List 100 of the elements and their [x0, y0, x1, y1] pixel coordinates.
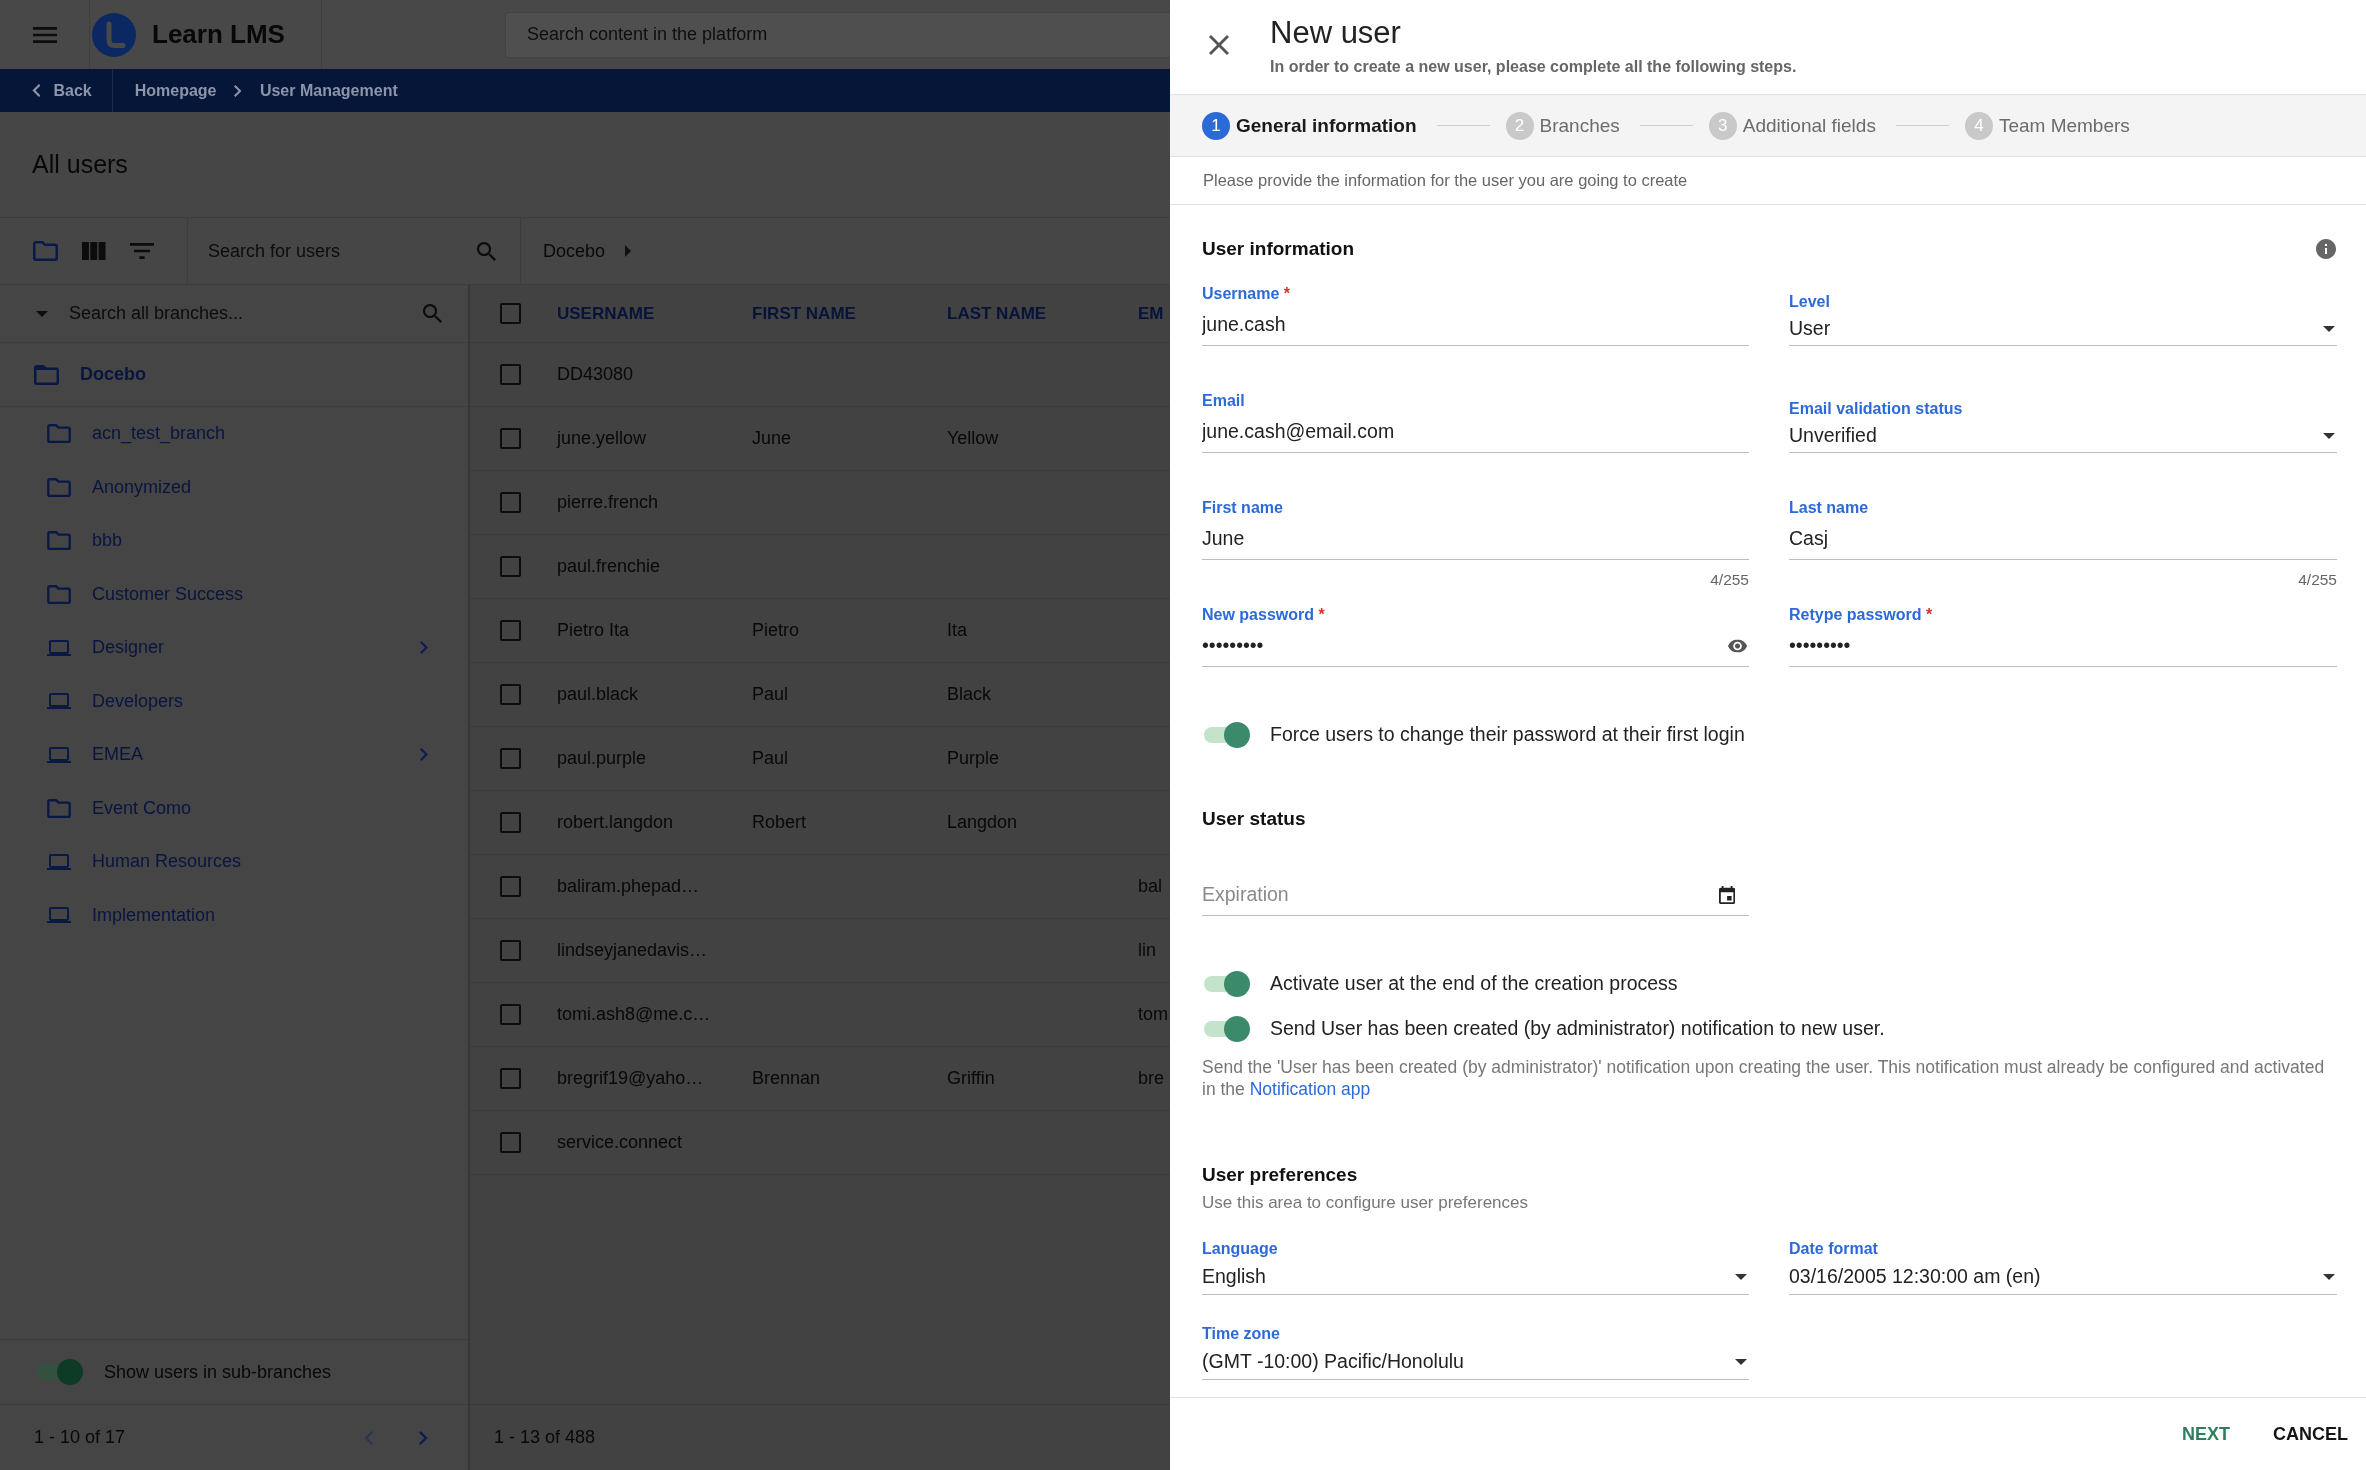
search-field[interactable]: Search for users: [208, 236, 477, 266]
checkbox[interactable]: [500, 364, 521, 385]
columns-icon[interactable]: [82, 242, 106, 260]
next-button[interactable]: NEXT: [2172, 1415, 2240, 1453]
step-number[interactable]: 1: [1202, 111, 1230, 140]
drawer-title: New user: [1270, 14, 1401, 52]
checkbox[interactable]: [500, 876, 521, 897]
page-title: All users: [32, 150, 128, 179]
back-link[interactable]: Back: [0, 69, 113, 112]
password-field[interactable]: •••••••••: [1789, 625, 2337, 667]
table-cell: baliram.phepad…: [557, 876, 700, 897]
select-all-checkbox[interactable]: [500, 303, 521, 324]
folder-icon[interactable]: [33, 241, 58, 261]
close-icon[interactable]: [1209, 35, 1229, 55]
chevron-right-icon[interactable]: [420, 748, 428, 762]
step-label[interactable]: Branches: [1539, 114, 1620, 137]
table-cell: DD43080: [557, 364, 634, 385]
search-icon[interactable]: [423, 304, 442, 323]
chevron-right-icon[interactable]: [420, 641, 428, 655]
checkbox[interactable]: [500, 684, 521, 705]
table-cell: Paul: [752, 748, 789, 769]
table-cell: paul.black: [557, 684, 639, 705]
toggle-switch[interactable]: [1202, 1015, 1250, 1042]
section-title: User status: [1202, 808, 1306, 830]
table-cell: Pietro Ita: [557, 620, 630, 641]
toggle-label: Send User has been created (by administrator) notification to new user.: [1270, 1017, 1885, 1040]
text-field[interactable]: Casj: [1789, 518, 2337, 560]
table-cell: Robert: [752, 812, 807, 833]
checkbox[interactable]: [500, 428, 521, 449]
table-cell: Pietro: [752, 620, 800, 641]
text-field[interactable]: June: [1202, 518, 1749, 560]
pagination-label: 1 - 13 of 488: [494, 1427, 596, 1448]
dropdown[interactable]: 03/16/2005 12:30:00 am (en): [1789, 1259, 2337, 1295]
checkbox[interactable]: [500, 1004, 521, 1025]
dropdown[interactable]: Unverified: [1789, 419, 2337, 453]
character-counter: 4/255: [1710, 571, 1749, 589]
table-cell: bal: [1138, 876, 1163, 897]
help-link[interactable]: Notification app: [1249, 1079, 1371, 1099]
info-icon[interactable]: [2316, 239, 2336, 259]
step-label[interactable]: Additional fields: [1742, 114, 1876, 137]
breadcrumb-link[interactable]: Homepage: [134, 81, 217, 100]
character-counter: 4/255: [2298, 571, 2337, 589]
checkbox[interactable]: [500, 1068, 521, 1089]
field-label: Last name: [1789, 499, 1869, 517]
search-icon[interactable]: [477, 241, 496, 261]
checkbox[interactable]: [500, 556, 521, 577]
field-label: First name: [1202, 499, 1283, 517]
checkbox[interactable]: [500, 812, 521, 833]
chevron-left-icon: [32, 84, 41, 97]
folder-icon: [47, 584, 71, 604]
filter-icon[interactable]: [129, 243, 154, 259]
logo-text: Learn LMS: [152, 19, 285, 50]
step-connector: [1436, 125, 1490, 126]
checkbox[interactable]: [500, 492, 521, 513]
folder-icon: [47, 531, 71, 551]
table-cell: tomi.ash8@me.c…: [557, 1004, 711, 1025]
logo-icon: [92, 12, 136, 57]
section-title: User information: [1202, 238, 1355, 260]
menu-icon[interactable]: [32, 26, 57, 43]
caret-down-icon: [1735, 1358, 1747, 1365]
caret-down-icon: [2323, 1273, 2335, 1280]
search-field[interactable]: Search content in the platform: [505, 11, 1170, 58]
field-label: Username *: [1202, 285, 1291, 303]
field-label: Email validation status: [1789, 400, 1963, 418]
chevron-right-icon[interactable]: [419, 1430, 428, 1445]
dropdown[interactable]: User: [1789, 312, 2337, 346]
toggle-label: Force users to change their password at their first login: [1270, 723, 1745, 746]
text-field[interactable]: june.cash: [1202, 304, 1749, 346]
field-label: Level: [1789, 293, 1830, 311]
toggle-label: Activate user at the end of the creation process: [1270, 972, 1678, 995]
toggle-switch[interactable]: [35, 1359, 83, 1385]
checkbox[interactable]: [500, 1132, 521, 1153]
caret-down-icon: [2323, 432, 2335, 439]
step-label[interactable]: General information: [1236, 114, 1417, 137]
field-label: Retype password *: [1789, 606, 1933, 624]
search-field[interactable]: Search all branches...: [69, 298, 423, 329]
cancel-button[interactable]: CANCEL: [2263, 1415, 2358, 1453]
field-label: Language: [1202, 1240, 1278, 1258]
laptop-icon: [47, 639, 71, 656]
toggle-switch[interactable]: [1202, 721, 1250, 748]
checkbox[interactable]: [500, 940, 521, 961]
table-cell: robert.langdon: [557, 812, 674, 833]
pagination-label: 1 - 10 of 17: [34, 1427, 126, 1448]
section-subtitle: Use this area to configure user preferences: [1202, 1193, 1528, 1213]
table-cell: june.yellow: [557, 428, 647, 449]
dropdown[interactable]: English: [1202, 1259, 1749, 1295]
step-label[interactable]: Team Members: [1998, 114, 2130, 137]
table-cell: Purple: [947, 748, 1000, 769]
calendar-icon[interactable]: [1718, 886, 1735, 904]
table-cell: Paul: [752, 684, 789, 705]
checkbox[interactable]: [500, 620, 521, 641]
eye-icon[interactable]: [1727, 639, 1747, 653]
dropdown[interactable]: (GMT -10:00) Pacific/Honolulu: [1202, 1344, 1749, 1380]
caret-right-icon[interactable]: [625, 245, 632, 257]
checkbox[interactable]: [500, 748, 521, 769]
chevron-right-icon: [233, 84, 241, 97]
table-cell: tom: [1138, 1004, 1168, 1025]
caret-down-icon[interactable]: [36, 310, 48, 317]
text-field[interactable]: june.cash@email.com: [1202, 411, 1749, 453]
toggle-switch[interactable]: [1202, 970, 1250, 997]
